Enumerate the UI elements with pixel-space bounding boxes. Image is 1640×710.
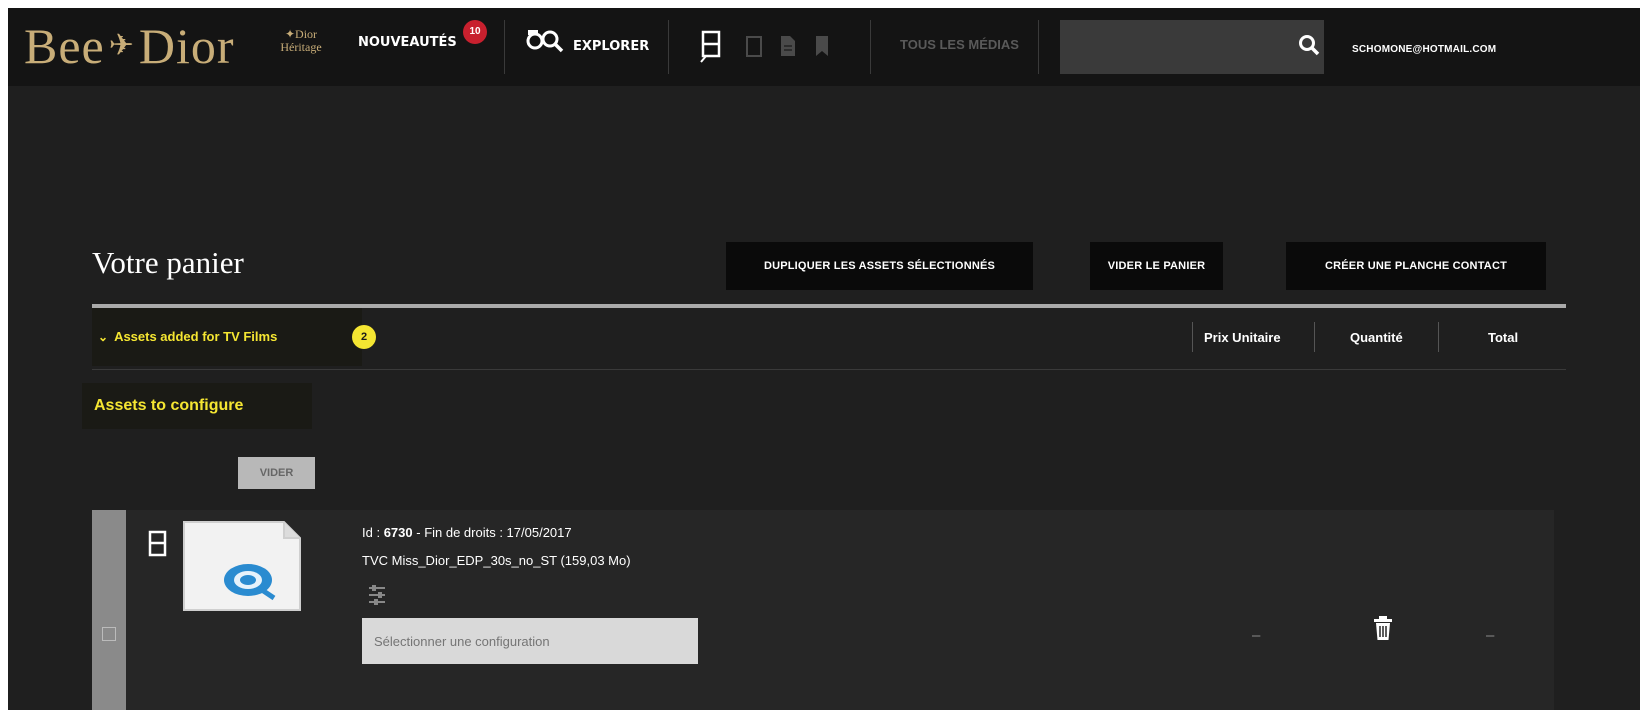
tablet-icon[interactable] — [746, 36, 762, 63]
asset-rights-date: - Fin de droits : 17/05/2017 — [416, 525, 572, 540]
col-quantity: Quantité — [1350, 330, 1403, 345]
all-media-filter[interactable]: TOUS LES MÉDIAS — [900, 37, 1019, 52]
column-divider — [1192, 322, 1193, 352]
explore-binoculars-icon[interactable] — [526, 28, 566, 59]
heritage-line2: Héritage — [280, 40, 322, 54]
asset-filename: TVC Miss_Dior_EDP_30s_no_ST (159,03 Mo) — [362, 553, 631, 568]
user-account-email[interactable]: SCHOMONE@HOTMAIL.COM — [1352, 44, 1496, 55]
nav-divider — [668, 20, 669, 74]
logo-text-bee: Bee — [24, 18, 105, 74]
create-contact-sheet-button[interactable]: CRÉER UNE PLANCHE CONTACT — [1286, 242, 1546, 290]
header-divider — [92, 369, 1566, 370]
top-nav-bar: Bee ✈Dior ✦Dior Héritage NOUVEAUTÉS 10 EX… — [8, 8, 1640, 86]
dior-heritage-logo[interactable]: ✦Dior Héritage — [270, 28, 332, 54]
col-total: Total — [1488, 330, 1519, 345]
chevron-down-icon: ⌄ — [98, 330, 109, 344]
section-count-badge: 2 — [352, 325, 376, 349]
section-title-label: Assets added for TV Films — [114, 329, 278, 344]
col-unit-price: Prix Unitaire — [1204, 330, 1281, 345]
bee-mark-icon: ✈ — [108, 29, 135, 62]
asset-id-line: Id : 6730 - Fin de droits : 17/05/2017 — [362, 525, 572, 540]
film-strip-icon[interactable] — [700, 30, 724, 69]
column-divider — [1314, 322, 1315, 352]
cart-item-row: Id : 6730 - Fin de droits : 17/05/2017 T… — [92, 510, 1554, 710]
cart-section-header: ⌄ Assets added for TV Films 2 Prix Unitai… — [92, 308, 1566, 368]
app-window: Bee ✈Dior ✦Dior Héritage NOUVEAUTÉS 10 EX… — [8, 8, 1640, 710]
document-icon[interactable] — [780, 35, 796, 62]
unit-price-value: – — [1252, 627, 1261, 644]
bookmark-icon[interactable] — [814, 35, 830, 62]
nav-nouveautes[interactable]: NOUVEAUTÉS — [358, 35, 457, 50]
logo-text-dior: Dior — [138, 18, 235, 74]
settings-sliders-icon[interactable] — [368, 584, 386, 611]
asset-id-value: 6730 — [383, 525, 413, 540]
section-toggle[interactable]: ⌄ Assets added for TV Films — [92, 308, 362, 366]
trash-icon[interactable] — [1374, 616, 1392, 645]
nav-divider — [504, 20, 505, 74]
duplicate-selected-button[interactable]: DUPLIQUER LES ASSETS SÉLECTIONNÉS — [726, 242, 1033, 290]
search-input[interactable] — [1060, 20, 1324, 74]
configuration-select[interactable] — [362, 618, 698, 664]
row-select-stripe — [92, 510, 126, 710]
film-type-icon — [148, 530, 168, 563]
total-value: – — [1486, 627, 1495, 644]
nav-divider — [870, 20, 871, 74]
row-checkbox[interactable] — [102, 627, 116, 641]
search-icon[interactable] — [1298, 34, 1320, 61]
column-divider — [1438, 322, 1439, 352]
news-count-badge: 10 — [463, 20, 487, 44]
page-title: Votre panier — [92, 245, 244, 280]
assets-to-configure-label: Assets to configure — [82, 383, 312, 429]
nav-explorer[interactable]: EXPLORER — [573, 39, 649, 54]
nav-divider — [1038, 20, 1039, 74]
empty-cart-button[interactable]: VIDER LE PANIER — [1090, 242, 1223, 290]
bee-dior-logo[interactable]: Bee ✈Dior — [24, 18, 235, 74]
vider-button[interactable]: VIDER — [238, 457, 315, 489]
asset-id-label: Id : — [362, 525, 381, 540]
quicktime-file-thumbnail[interactable] — [182, 520, 302, 612]
